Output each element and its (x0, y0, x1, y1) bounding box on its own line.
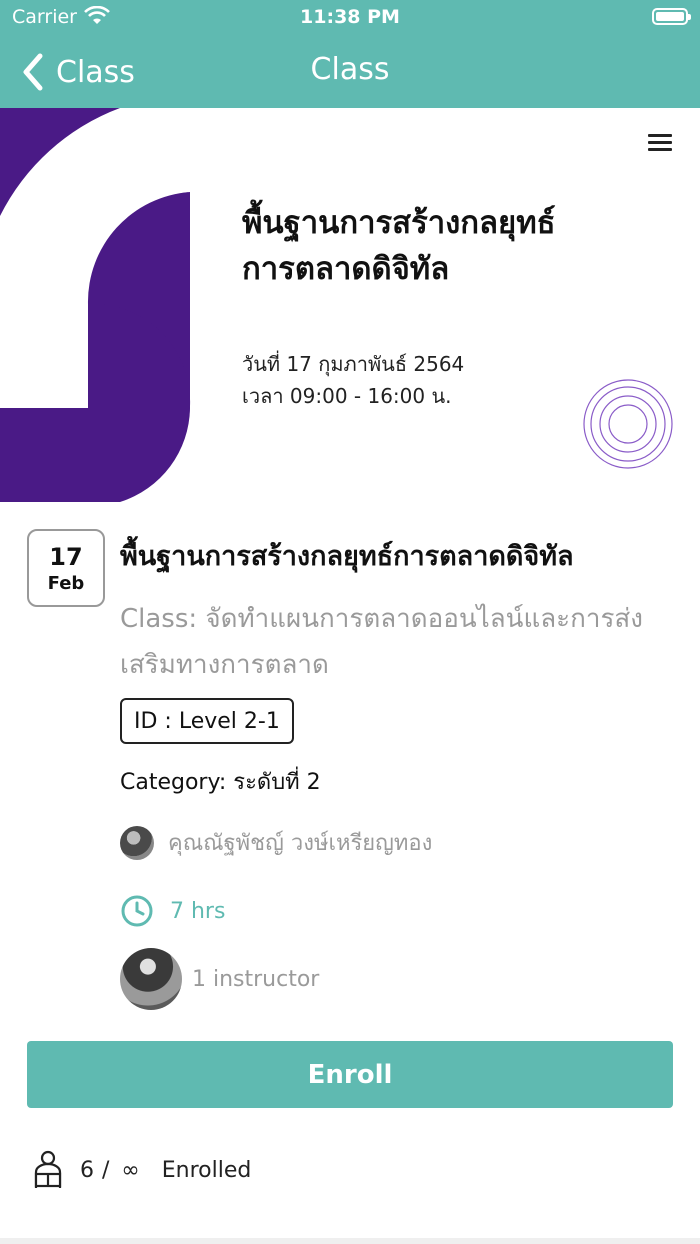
clock-icon (121, 895, 153, 927)
date-badge: 17 Feb (27, 529, 105, 607)
student-reading-icon (34, 1150, 62, 1188)
enroll-limit: ∞ (121, 1157, 140, 1183)
date-month: Feb (47, 573, 85, 594)
course-title: พื้นฐานการสร้างกลยุทธ์การตลาดดิจิทัล (120, 541, 574, 572)
banner-title: พื้นฐานการสร้างกลยุทธ์ การตลาดดิจิทัล (242, 200, 682, 292)
instructor-count: 1 instructor (192, 966, 320, 992)
count-separator: / (102, 1157, 110, 1183)
battery-icon (652, 8, 691, 25)
enrolled-label: Enrolled (161, 1157, 252, 1183)
banner-title-line1: พื้นฐานการสร้างกลยุทธ์ (242, 205, 556, 241)
status-bar: Carrier 11:38 PM (0, 0, 700, 36)
menu-icon[interactable] (648, 134, 672, 152)
teacher-name: คุณณัฐพัชญ์ วงษ์เหรียญทอง (168, 831, 433, 856)
banner-title-line2: การตลาดดิจิทัล (242, 251, 450, 287)
banner-date: วันที่ 17 กุมภาพันธ์ 2564 (242, 352, 465, 376)
instructor-avatar[interactable] (120, 948, 182, 1010)
banner-schedule: วันที่ 17 กุมภาพันธ์ 2564 เวลา 09:00 - 1… (242, 348, 464, 412)
date-day: 17 (49, 543, 83, 571)
status-time: 11:38 PM (300, 6, 400, 28)
top-bar: Carrier 11:38 PM Class Class (0, 0, 700, 108)
category-label: Category: ระดับที่ 2 (120, 770, 321, 795)
id-badge: ID : Level 2-1 (120, 698, 294, 744)
bottom-divider (0, 1238, 700, 1244)
rings-decoration (583, 379, 673, 469)
teacher-row: คุณณัฐพัชญ์ วงษ์เหรียญทอง (120, 825, 432, 860)
page-title: Class (310, 52, 390, 87)
enroll-button[interactable]: Enroll (27, 1041, 673, 1108)
enrollment-status: 6 / ∞ Enrolled (30, 1150, 251, 1190)
instructor-row[interactable]: 1 instructor (120, 948, 319, 1010)
course-banner: พื้นฐานการสร้างกลยุทธ์ การตลาดดิจิทัล วั… (0, 108, 700, 502)
banner-time: เวลา 09:00 - 16:00 น. (242, 384, 452, 408)
duration-row: 7 hrs (120, 894, 225, 928)
enrolled-count: 6 (80, 1157, 94, 1183)
duration-hours: 7 hrs (170, 898, 226, 924)
banner-graphic (0, 108, 191, 502)
class-description: Class: จัดทำแผนการตลาดออนไลน์และการส่งเส… (120, 604, 643, 680)
teacher-avatar (120, 825, 154, 860)
